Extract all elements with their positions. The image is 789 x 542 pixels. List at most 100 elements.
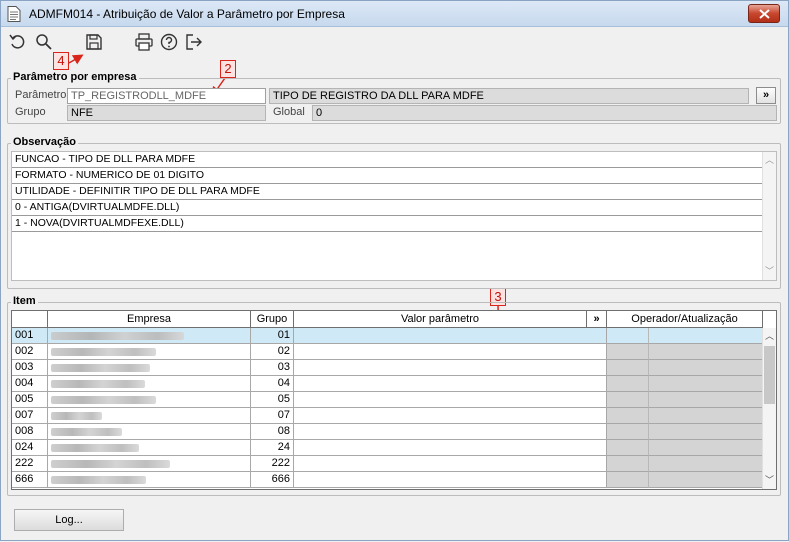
cell-atualizacao[interactable] — [649, 344, 764, 360]
cell-atualizacao[interactable] — [649, 424, 764, 440]
cell-operador[interactable] — [607, 456, 649, 472]
cell-code[interactable]: 002 — [12, 344, 48, 360]
observacao-memo[interactable]: FUNCAO - TIPO DE DLL PARA MDFE FORMATO -… — [11, 151, 777, 281]
table-row[interactable]: 001 01 — [12, 328, 764, 344]
cell-code[interactable]: 005 — [12, 392, 48, 408]
cell-code[interactable]: 007 — [12, 408, 48, 424]
table-row[interactable]: 008 08 — [12, 424, 764, 440]
cell-empresa[interactable] — [48, 360, 251, 376]
cell-code[interactable]: 222 — [12, 456, 48, 472]
table-row[interactable]: 003 03 — [12, 360, 764, 376]
cell-empresa[interactable] — [48, 376, 251, 392]
search-button[interactable] — [34, 32, 54, 52]
scroll-up-icon[interactable]: ︿ — [765, 156, 774, 165]
grid-header-valor[interactable]: Valor parâmetro — [294, 311, 587, 328]
cell-empresa[interactable] — [48, 328, 251, 344]
cell-atualizacao[interactable] — [649, 408, 764, 424]
cell-grupo[interactable]: 04 — [251, 376, 294, 392]
parametro-lookup-button[interactable]: » — [756, 87, 776, 104]
table-row[interactable]: 007 07 — [12, 408, 764, 424]
cell-grupo[interactable]: 01 — [251, 328, 294, 344]
cell-valor[interactable] — [294, 376, 607, 392]
table-row[interactable]: 002 02 — [12, 344, 764, 360]
redacted-company-name — [51, 364, 150, 372]
help-button[interactable] — [159, 32, 179, 52]
cell-code[interactable]: 004 — [12, 376, 48, 392]
table-row[interactable]: 024 24 — [12, 440, 764, 456]
grid-header-expand-button[interactable]: » — [587, 311, 607, 328]
cell-atualizacao[interactable] — [649, 328, 764, 344]
cell-operador[interactable] — [607, 424, 649, 440]
cell-valor[interactable] — [294, 328, 607, 344]
cell-atualizacao[interactable] — [649, 360, 764, 376]
grid-header-empresa[interactable]: Empresa — [48, 311, 251, 328]
item-grid-scrollbar[interactable]: ︿ ﹀ — [762, 328, 776, 489]
table-row[interactable]: 004 04 — [12, 376, 764, 392]
cell-atualizacao[interactable] — [649, 376, 764, 392]
grid-header-grupo[interactable]: Grupo — [251, 311, 294, 328]
table-row[interactable]: 222 222 — [12, 456, 764, 472]
cell-operador[interactable] — [607, 328, 649, 344]
cell-code[interactable]: 001 — [12, 328, 48, 344]
cell-grupo[interactable]: 08 — [251, 424, 294, 440]
cell-atualizacao[interactable] — [649, 456, 764, 472]
table-row[interactable]: 666 666 — [12, 472, 764, 488]
cell-code[interactable]: 003 — [12, 360, 48, 376]
table-row[interactable]: 005 05 — [12, 392, 764, 408]
print-button[interactable] — [134, 32, 154, 52]
exit-button[interactable] — [184, 32, 204, 52]
cell-grupo[interactable]: 222 — [251, 456, 294, 472]
grid-header-operador[interactable]: Operador/Atualização — [607, 311, 763, 328]
grid-header-code — [12, 311, 48, 328]
cell-grupo[interactable]: 03 — [251, 360, 294, 376]
cell-valor[interactable] — [294, 392, 607, 408]
cell-operador[interactable] — [607, 344, 649, 360]
cell-operador[interactable] — [607, 360, 649, 376]
scroll-up-icon[interactable]: ︿ — [765, 332, 774, 341]
cell-operador[interactable] — [607, 472, 649, 488]
cell-grupo[interactable]: 666 — [251, 472, 294, 488]
cell-empresa[interactable] — [48, 408, 251, 424]
cell-empresa[interactable] — [48, 456, 251, 472]
cell-atualizacao[interactable] — [649, 392, 764, 408]
scroll-thumb[interactable] — [764, 346, 775, 404]
cell-grupo[interactable]: 05 — [251, 392, 294, 408]
observacao-line: FUNCAO - TIPO DE DLL PARA MDFE — [12, 152, 764, 168]
item-group-legend: Item — [11, 295, 38, 307]
cell-code[interactable]: 008 — [12, 424, 48, 440]
cell-empresa[interactable] — [48, 392, 251, 408]
observacao-scrollbar[interactable]: ︿ ﹀ — [762, 152, 776, 280]
cell-valor[interactable] — [294, 456, 607, 472]
cell-valor[interactable] — [294, 440, 607, 456]
undo-button[interactable] — [8, 32, 28, 52]
cell-empresa[interactable] — [48, 344, 251, 360]
scroll-down-icon[interactable]: ﹀ — [765, 476, 774, 485]
parametro-input[interactable]: TP_REGISTRODLL_MDFE — [67, 88, 266, 104]
app-window: ADMFM014 - Atribuição de Valor a Parâmet… — [0, 0, 789, 541]
cell-empresa[interactable] — [48, 440, 251, 456]
cell-code[interactable]: 024 — [12, 440, 48, 456]
cell-grupo[interactable]: 07 — [251, 408, 294, 424]
cell-atualizacao[interactable] — [649, 440, 764, 456]
cell-valor[interactable] — [294, 360, 607, 376]
title-bar: ADMFM014 - Atribuição de Valor a Parâmet… — [1, 1, 788, 27]
cell-valor[interactable] — [294, 408, 607, 424]
cell-operador[interactable] — [607, 376, 649, 392]
cell-operador[interactable] — [607, 440, 649, 456]
cell-valor[interactable] — [294, 424, 607, 440]
log-button[interactable]: Log... — [14, 509, 124, 531]
cell-grupo[interactable]: 24 — [251, 440, 294, 456]
cell-operador[interactable] — [607, 392, 649, 408]
scroll-down-icon[interactable]: ﹀ — [765, 267, 774, 276]
cell-grupo[interactable]: 02 — [251, 344, 294, 360]
cell-empresa[interactable] — [48, 472, 251, 488]
cell-valor[interactable] — [294, 472, 607, 488]
cell-operador[interactable] — [607, 408, 649, 424]
save-button[interactable] — [84, 32, 104, 52]
close-button[interactable] — [748, 4, 780, 23]
cell-code[interactable]: 666 — [12, 472, 48, 488]
cell-valor[interactable] — [294, 344, 607, 360]
undo-icon — [9, 34, 25, 49]
cell-atualizacao[interactable] — [649, 472, 764, 488]
cell-empresa[interactable] — [48, 424, 251, 440]
